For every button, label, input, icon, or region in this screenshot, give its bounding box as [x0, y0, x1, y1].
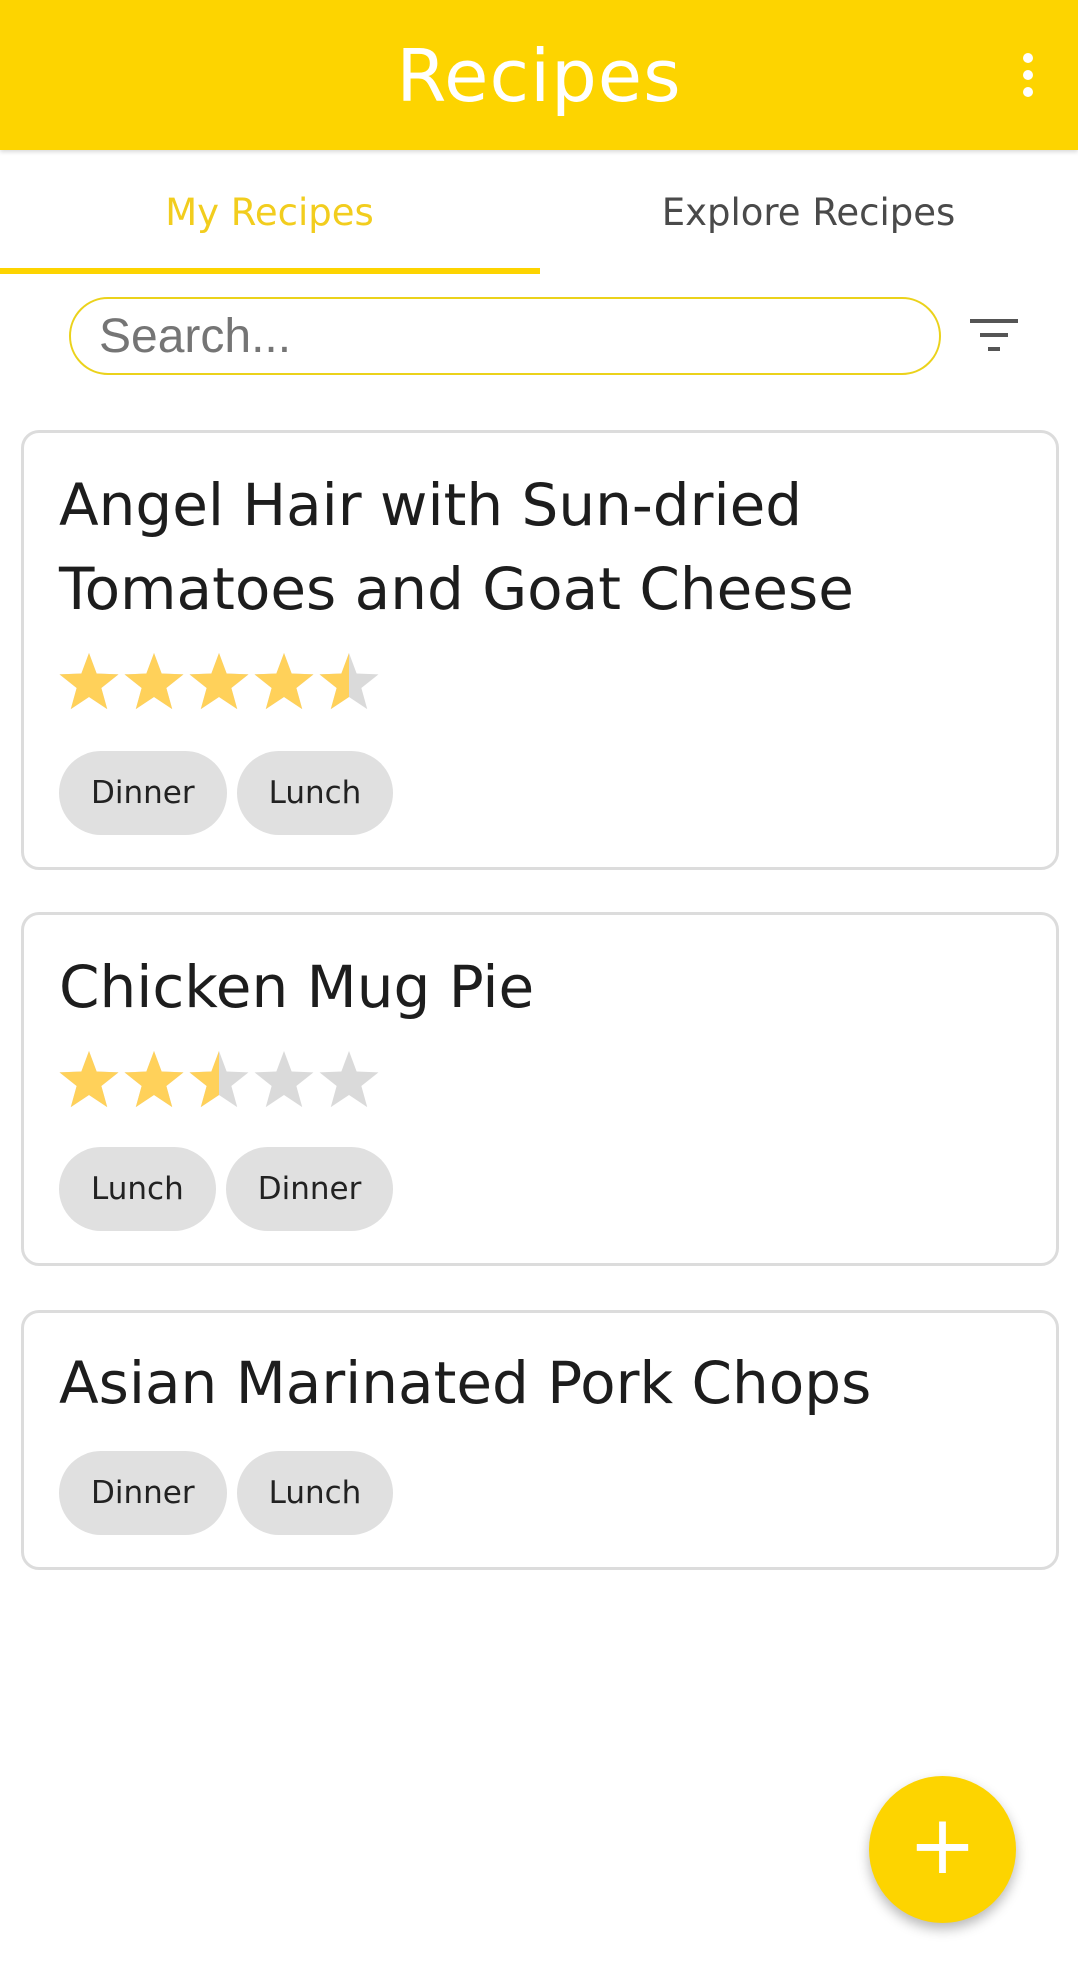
tag-list: Dinner Lunch: [59, 751, 394, 837]
tag-chip[interactable]: Dinner: [59, 1451, 227, 1535]
tag-chip[interactable]: Dinner: [59, 751, 227, 835]
recipe-card[interactable]: Chicken Mug Pie Lunch Dinner: [21, 912, 1059, 1266]
recipes-app: Recipes My Recipes Explore Recipes Angel…: [0, 0, 1078, 1975]
tag-list: Lunch Dinner: [59, 1147, 394, 1233]
tag-list: Dinner Lunch: [59, 1451, 394, 1537]
tag-chip[interactable]: Dinner: [225, 1147, 394, 1231]
filter-list-icon[interactable]: [964, 310, 1024, 360]
tab-bar: My Recipes Explore Recipes: [0, 150, 1078, 276]
star-icon: [254, 1051, 314, 1108]
add-icon: +: [908, 1798, 977, 1893]
app-bar: Recipes: [0, 0, 1078, 150]
tag-chip[interactable]: Lunch: [236, 1451, 394, 1535]
search-bar: [69, 297, 941, 375]
recipe-card[interactable]: Angel Hair with Sun-dried Tomatoes and G…: [21, 430, 1059, 870]
tag-chip[interactable]: Lunch: [236, 751, 394, 835]
recipe-name: Asian Marinated Pork Chops: [59, 1349, 872, 1417]
recipe-name: Angel Hair with Sun-dried Tomatoes and G…: [59, 471, 854, 623]
star-icon: [319, 1051, 379, 1108]
add-recipe-button[interactable]: +: [869, 1776, 1016, 1923]
tag-chip[interactable]: Lunch: [59, 1147, 216, 1231]
recipe-card[interactable]: Asian Marinated Pork Chops Dinner Lunch: [21, 1310, 1059, 1570]
recipe-name: Chicken Mug Pie: [59, 953, 535, 1021]
star-rating: [59, 653, 379, 710]
tab-explore-recipes[interactable]: Explore Recipes: [539, 150, 1078, 276]
tab-my-recipes[interactable]: My Recipes: [0, 150, 539, 276]
star-filled-icon: [124, 653, 184, 710]
star-rating: [59, 1051, 379, 1108]
more-vert-icon[interactable]: [1008, 45, 1048, 105]
search-input[interactable]: [99, 308, 911, 364]
star-filled-icon: [189, 653, 249, 710]
tab-indicator: [0, 268, 540, 274]
app-title: Recipes: [396, 34, 682, 118]
star-filled-icon: [59, 653, 119, 710]
star-filled-icon: [254, 653, 314, 710]
star-filled-icon: [59, 1051, 119, 1108]
star-filled-icon: [124, 1051, 184, 1108]
